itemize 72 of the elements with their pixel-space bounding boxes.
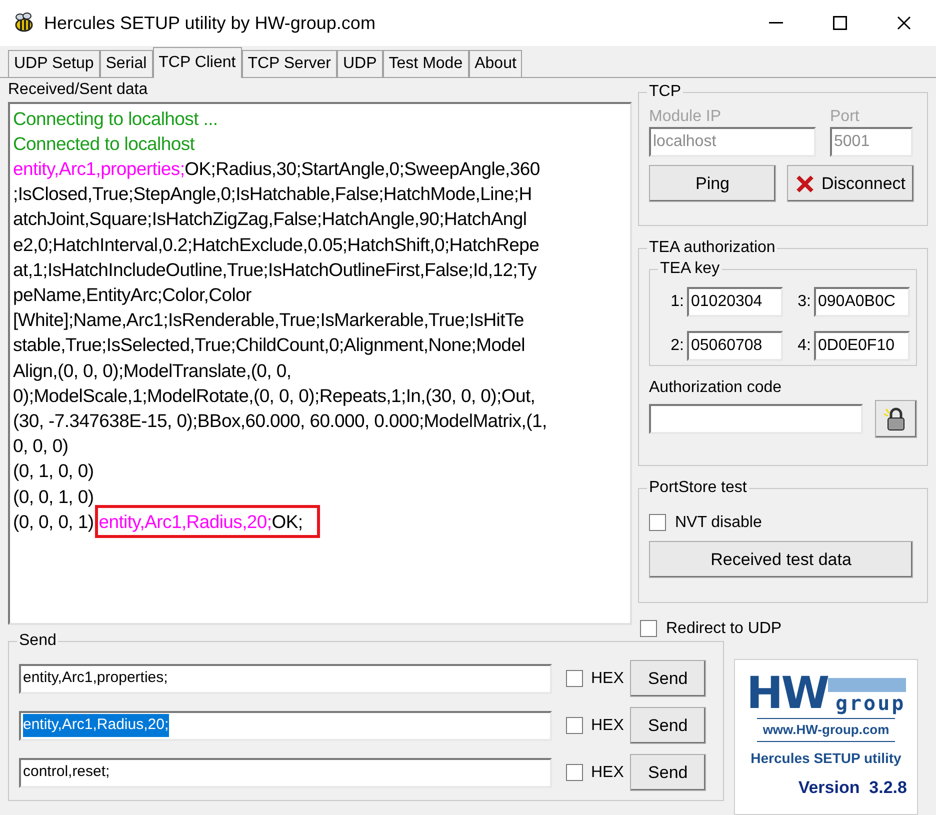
log-text: 0);ModelScale,1;ModelRotate,(0, 0, 0);Repeats,1;In,(30, 0, 0);Out, — [13, 384, 536, 408]
log-text: atchJoint,Square;IsHatchZigZag,False;HatchAngle,90;HatchAngl — [13, 207, 527, 232]
log-text: (30, -7.347638E-15, 0);BBox,60.000, 60.000, 0.000;ModelMatrix,(1, — [13, 408, 547, 433]
send-button[interactable]: Send — [630, 707, 706, 744]
tab[interactable]: Serial — [100, 50, 153, 77]
checkbox[interactable] — [566, 670, 583, 687]
key-label: 2: — [670, 336, 684, 356]
log-text: Connected to localhost — [13, 132, 195, 156]
log-text: 0, 0, 0) — [13, 434, 68, 458]
logo-url: www.HW-group.com — [756, 718, 896, 742]
field-label: Port — [830, 107, 860, 127]
hex-label: HEX — [591, 668, 624, 688]
test-data-button[interactable]: Received test data — [649, 540, 913, 578]
log-text: at,1;IsHatchIncludeOutline,True;IsHatchOutlineFirst,False;Id,12;Ty — [13, 258, 536, 282]
checkbox[interactable] — [640, 620, 657, 638]
window-title: Hercules SETUP utility by HW-group.com — [44, 12, 376, 35]
field-label: Authorization code — [649, 378, 783, 398]
tab[interactable]: TCP Client — [152, 47, 242, 78]
send-field[interactable]: entity,Arc1,properties; — [19, 664, 552, 694]
text-field[interactable] — [649, 404, 864, 434]
checkbox-label: NVT disable — [675, 512, 762, 533]
version-text: Version 3.2.8 — [798, 776, 907, 799]
key-label: 4: — [798, 336, 811, 356]
checkbox[interactable] — [566, 717, 583, 734]
group-title: TEA key — [658, 259, 722, 280]
log-text: [White];Name,Arc1;IsRenderable,True;IsMarkerable,True;IsHitTe — [13, 308, 524, 332]
ping-button[interactable]: Ping — [649, 165, 776, 202]
product-name: Hercules SETUP utility — [750, 748, 902, 768]
logo-bar-icon — [828, 678, 906, 692]
checkbox-label: Redirect to UDP — [666, 618, 782, 639]
checkbox[interactable] — [566, 764, 583, 781]
key-label: 3: — [798, 292, 811, 312]
log-text: e2,0;HatchInterval,0.2;HatchExclude,0.05;HatchShift,0;HatchRepe — [13, 232, 540, 257]
log-text: peName,EntityArc;Color,Color — [13, 283, 252, 308]
tab[interactable]: TCP Server — [242, 50, 337, 77]
key-label: 1: — [670, 292, 684, 312]
log-text: stable,True;IsSelected,True;ChildCount,0;Alignment,None;Model — [13, 333, 525, 358]
log-text: ;IsClosed,True;StepAngle,0;IsHatchable,False;HatchMode,Line;H — [13, 182, 532, 206]
maximize-icon — [833, 16, 847, 30]
field-label: Module IP — [649, 107, 722, 127]
tab[interactable]: About — [468, 50, 522, 77]
send-field[interactable]: control,reset; — [19, 758, 552, 788]
log-text: OK; — [272, 510, 303, 534]
log-text: OK;Radius,30;StartAngle,0;SweepAngle,360 — [184, 157, 540, 182]
send-button[interactable]: Send — [630, 660, 706, 697]
text-field[interactable]: 01020304 — [687, 286, 783, 317]
log-text: (0, 0, 1, 0) — [13, 484, 94, 509]
cross-icon — [795, 174, 816, 194]
text-field[interactable]: 090A0B0C — [814, 286, 910, 317]
checkbox[interactable] — [649, 514, 666, 532]
logo-mark: HW — [746, 674, 828, 714]
log-label: Received/Sent data — [8, 80, 149, 100]
tab[interactable]: UDP — [337, 50, 383, 77]
tab[interactable]: UDP Setup — [8, 50, 100, 77]
log-text: Align,(0, 0, 0);ModelTranslate,(0, 0, — [13, 358, 292, 383]
hex-label: HEX — [591, 762, 624, 782]
text-field[interactable]: 05060708 — [687, 331, 783, 362]
log-text: Connecting to localhost ... — [13, 106, 218, 131]
logo-group: group — [835, 692, 906, 714]
send-field[interactable]: entity,Arc1,Radius,20; — [19, 710, 552, 740]
disconnect-button[interactable]: Disconnect — [787, 165, 914, 202]
minimize-icon — [769, 22, 783, 24]
send-button[interactable]: Send — [630, 754, 706, 791]
log-text: (0, 0, 0, 1) — [13, 510, 94, 534]
text-field[interactable]: 0D0E0F10 — [814, 331, 910, 362]
log-text: entity,Arc1,properties; — [13, 157, 185, 182]
hex-label: HEX — [591, 716, 624, 736]
lock-button[interactable] — [875, 400, 917, 438]
log-text: entity,Arc1,Radius,20; — [98, 510, 272, 534]
close-icon — [897, 16, 911, 30]
log-text: (0, 1, 0, 0) — [13, 459, 94, 484]
tab[interactable]: Test Mode — [382, 50, 469, 77]
